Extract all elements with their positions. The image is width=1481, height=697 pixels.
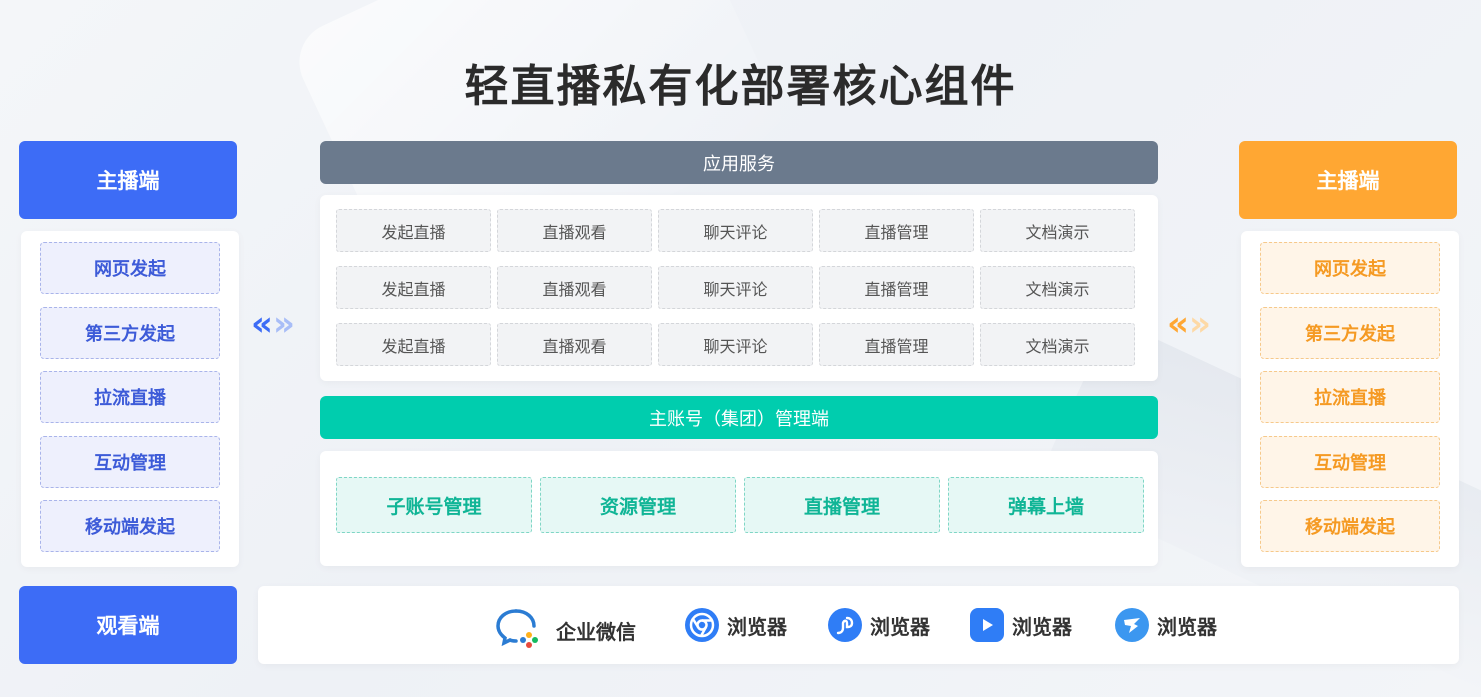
service-cell: 文档演示 xyxy=(980,266,1135,309)
mgmt-sub-account: 子账号管理 xyxy=(336,477,532,533)
client-browser-1: 浏览器 xyxy=(685,608,787,642)
left-anchor-header: 主播端 xyxy=(19,141,237,219)
service-cell: 直播管理 xyxy=(819,266,974,309)
bird-browser-icon xyxy=(1115,608,1149,642)
left-item-interaction: 互动管理 xyxy=(40,435,220,488)
service-cell: 发起直播 xyxy=(336,266,491,309)
page-title: 轻直播私有化部署核心组件 xyxy=(464,61,1017,112)
app-service-bar: 应用服务 xyxy=(320,141,1158,184)
right-anchor-panel: 网页发起 第三方发起 拉流直播 互动管理 移动端发起 xyxy=(1241,231,1459,567)
right-item-web: 网页发起 xyxy=(1260,242,1440,294)
service-cell: 直播观看 xyxy=(497,266,652,309)
client-label: 浏览器 xyxy=(1012,614,1072,639)
service-cell: 直播观看 xyxy=(497,209,652,252)
mgmt-bullet-wall: 弹幕上墙 xyxy=(948,477,1144,533)
client-label: 浏览器 xyxy=(1157,614,1217,639)
left-item-web: 网页发起 xyxy=(40,242,220,294)
left-item-pull-stream: 拉流直播 xyxy=(40,371,220,423)
management-panel: 子账号管理 资源管理 直播管理 弹幕上墙 xyxy=(320,451,1158,566)
mgmt-resource: 资源管理 xyxy=(540,477,736,533)
client-browser-4: 浏览器 xyxy=(1115,608,1217,642)
client-label: 浏览器 xyxy=(727,614,787,639)
service-cell: 发起直播 xyxy=(336,323,491,366)
viewer-header: 观看端 xyxy=(19,586,237,664)
service-cell: 文档演示 xyxy=(980,209,1135,252)
left-item-mobile: 移动端发起 xyxy=(40,500,220,552)
right-item-mobile: 移动端发起 xyxy=(1260,500,1440,552)
chrome-browser-icon xyxy=(685,608,719,642)
mgmt-live: 直播管理 xyxy=(744,477,940,533)
client-wecom: 企业微信 xyxy=(496,608,636,652)
wecom-icon xyxy=(496,608,540,652)
service-cell: 聊天评论 xyxy=(658,209,813,252)
right-anchor-header: 主播端 xyxy=(1239,141,1457,219)
service-cell: 直播管理 xyxy=(819,209,974,252)
service-cell: 聊天评论 xyxy=(658,266,813,309)
client-label: 浏览器 xyxy=(870,614,930,639)
link-browser-icon xyxy=(828,608,862,642)
service-cell: 发起直播 xyxy=(336,209,491,252)
client-browser-3: 浏览器 xyxy=(970,608,1072,642)
play-browser-icon xyxy=(970,608,1004,642)
service-cell: 文档演示 xyxy=(980,323,1135,366)
master-account-bar: 主账号（集团）管理端 xyxy=(320,396,1158,439)
client-browser-2: 浏览器 xyxy=(828,608,930,642)
viewer-panel: 企业微信 浏览器 浏览器 浏览器 浏览器 xyxy=(258,586,1459,664)
service-cell: 聊天评论 xyxy=(658,323,813,366)
right-item-interaction: 互动管理 xyxy=(1260,435,1440,488)
left-double-chevron-icon: «» xyxy=(251,304,295,344)
right-item-third-party: 第三方发起 xyxy=(1260,306,1440,359)
service-cell: 直播管理 xyxy=(819,323,974,366)
service-panel: 发起直播 直播观看 聊天评论 直播管理 文档演示 发起直播 直播观看 聊天评论 … xyxy=(320,195,1158,381)
right-double-chevron-icon: «» xyxy=(1167,304,1211,344)
left-item-third-party: 第三方发起 xyxy=(40,306,220,359)
right-item-pull-stream: 拉流直播 xyxy=(1260,371,1440,423)
left-anchor-panel: 网页发起 第三方发起 拉流直播 互动管理 移动端发起 xyxy=(21,231,239,567)
client-label: 企业微信 xyxy=(556,619,636,644)
service-cell: 直播观看 xyxy=(497,323,652,366)
